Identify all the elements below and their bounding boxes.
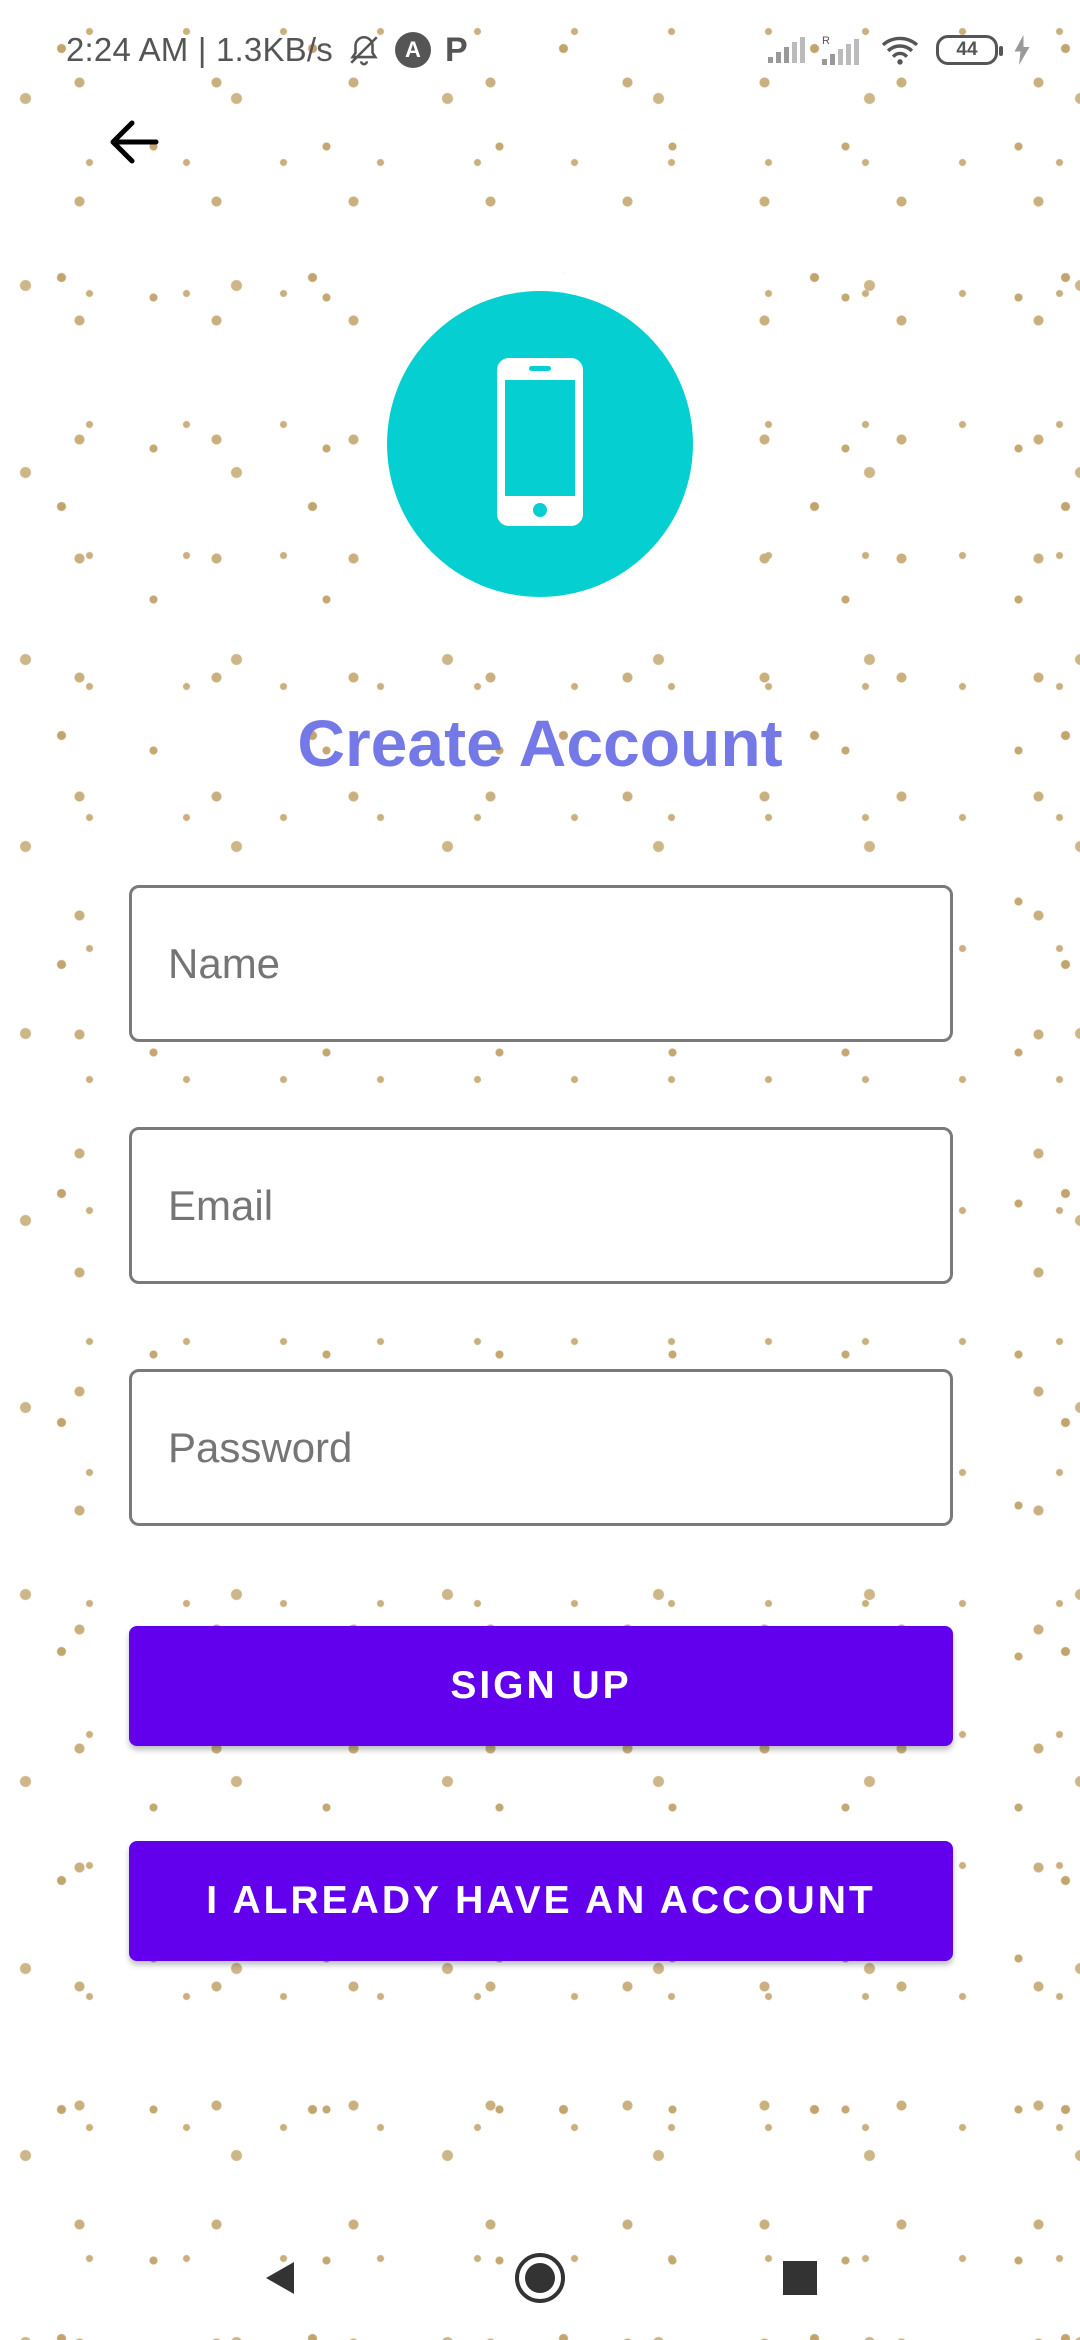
password-field[interactable] bbox=[129, 1369, 953, 1526]
have-account-button[interactable]: I ALREADY HAVE AN ACCOUNT bbox=[129, 1841, 953, 1961]
status-bar: 2:24 AM | 1.3KB/s A P R 44 bbox=[0, 0, 1080, 100]
name-input[interactable] bbox=[168, 888, 950, 1039]
status-right: R 44 bbox=[766, 33, 1032, 67]
page-title: Create Account bbox=[297, 706, 783, 780]
svg-text:R: R bbox=[822, 35, 830, 47]
name-field[interactable] bbox=[129, 885, 953, 1042]
navigation-bar bbox=[0, 2220, 1080, 2340]
nav-recents-button[interactable] bbox=[765, 2245, 835, 2315]
email-input[interactable] bbox=[168, 1130, 950, 1281]
wifi-icon bbox=[878, 33, 922, 67]
app-logo bbox=[365, 273, 715, 615]
back-triangle-icon bbox=[260, 2258, 300, 2303]
back-button[interactable] bbox=[96, 106, 172, 182]
email-field[interactable] bbox=[129, 1127, 953, 1284]
status-time-speed: 2:24 AM | 1.3KB/s bbox=[66, 31, 333, 68]
nav-home-button[interactable] bbox=[505, 2245, 575, 2315]
battery-icon: 44 bbox=[936, 35, 1003, 65]
smartphone-icon bbox=[495, 356, 585, 533]
home-circle-icon bbox=[513, 2251, 567, 2310]
recents-square-icon bbox=[782, 2260, 818, 2301]
sign-up-button[interactable]: SIGN UP bbox=[129, 1626, 953, 1746]
arrow-left-icon bbox=[108, 119, 160, 170]
p-icon: P bbox=[444, 30, 468, 69]
bell-muted-icon bbox=[347, 33, 381, 67]
password-input[interactable] bbox=[168, 1372, 950, 1523]
charging-icon bbox=[1012, 35, 1032, 65]
signal-icon bbox=[766, 35, 806, 65]
logo-circle bbox=[387, 291, 693, 597]
signal-roaming-icon: R bbox=[820, 33, 864, 67]
nav-back-button[interactable] bbox=[245, 2245, 315, 2315]
status-left: 2:24 AM | 1.3KB/s A P bbox=[66, 31, 468, 70]
a-circle-icon: A bbox=[394, 32, 431, 68]
